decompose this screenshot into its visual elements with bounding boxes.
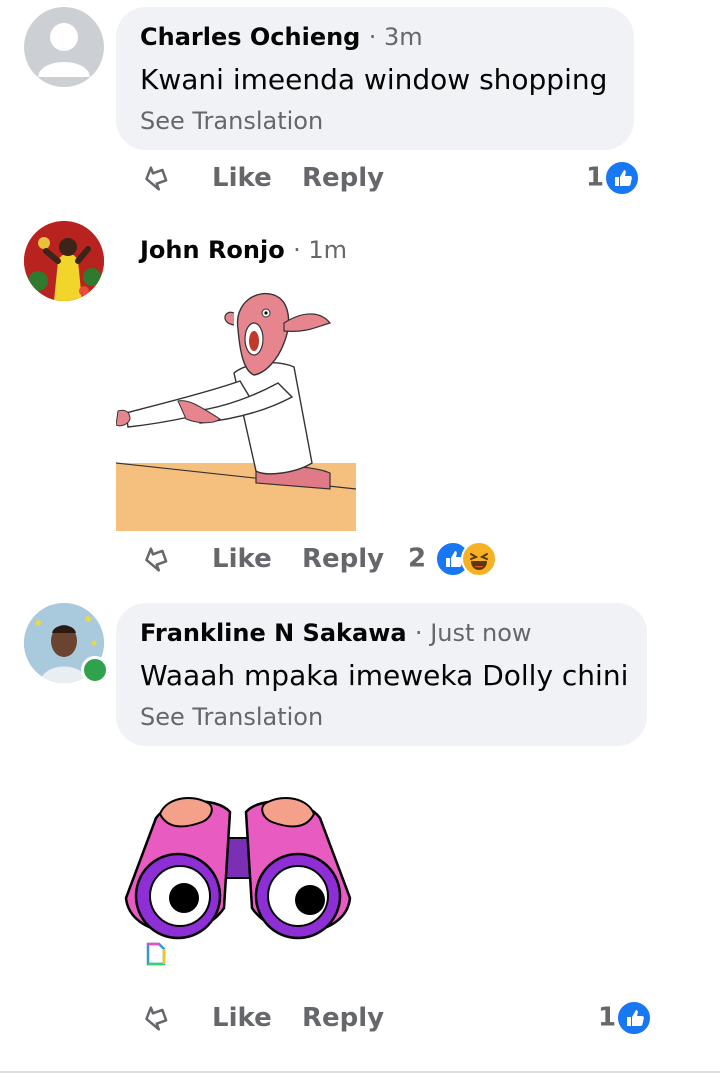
like-button[interactable]: Like (212, 544, 272, 574)
sticker-binoculars[interactable] (120, 788, 356, 948)
avatar-john-ronjo[interactable] (24, 221, 104, 301)
sticker-dancing-fish-figure[interactable] (115, 283, 357, 531)
reaction-count: 2 (408, 543, 427, 574)
comment-bubble: Charles Ochieng · 3m Kwani imeenda windo… (116, 7, 634, 150)
comment-time[interactable]: 1m (308, 236, 347, 264)
react-icon[interactable] (138, 162, 172, 203)
like-reaction-icon (616, 1000, 653, 1036)
reaction-count: 1 (586, 162, 605, 193)
reply-button[interactable]: Reply (302, 163, 384, 193)
like-reaction-icon (604, 160, 641, 196)
avatar-charles-ochieng[interactable] (24, 7, 104, 87)
see-translation-link[interactable]: See Translation (140, 107, 323, 135)
like-button[interactable]: Like (212, 1003, 272, 1033)
comment-actions: Like Reply 2 (0, 541, 720, 581)
online-status-indicator (81, 656, 109, 684)
comment-text: Waaah mpaka imeweka Dolly chini (140, 659, 629, 692)
react-icon[interactable] (138, 543, 172, 584)
reaction-summary[interactable]: 2 (408, 541, 498, 577)
comment-actions: Like Reply 1 (0, 160, 720, 200)
comment-author[interactable]: Frankline N Sakawa · Just now (140, 619, 532, 647)
reaction-summary[interactable]: 1 (598, 1000, 653, 1036)
comment-bubble: Frankline N Sakawa · Just now Waaah mpak… (116, 603, 647, 746)
reaction-count: 1 (598, 1002, 617, 1033)
see-translation-link[interactable]: See Translation (140, 703, 323, 731)
haha-reaction-icon (461, 541, 498, 577)
comment-author[interactable]: Charles Ochieng · 3m (140, 23, 423, 51)
sticker-badge-icon (140, 938, 172, 970)
comment-actions: Like Reply 1 (0, 1000, 720, 1040)
bottom-divider (0, 1071, 720, 1073)
comment-time[interactable]: Just now (430, 619, 531, 647)
reaction-summary[interactable]: 1 (586, 160, 641, 196)
comment-time[interactable]: 3m (384, 23, 423, 51)
comment-author[interactable]: John Ronjo · 1m (140, 236, 347, 264)
comment-text: Kwani imeenda window shopping (140, 63, 608, 96)
reply-button[interactable]: Reply (302, 1003, 384, 1033)
reply-button[interactable]: Reply (302, 544, 384, 574)
react-icon[interactable] (138, 1002, 172, 1043)
like-button[interactable]: Like (212, 163, 272, 193)
